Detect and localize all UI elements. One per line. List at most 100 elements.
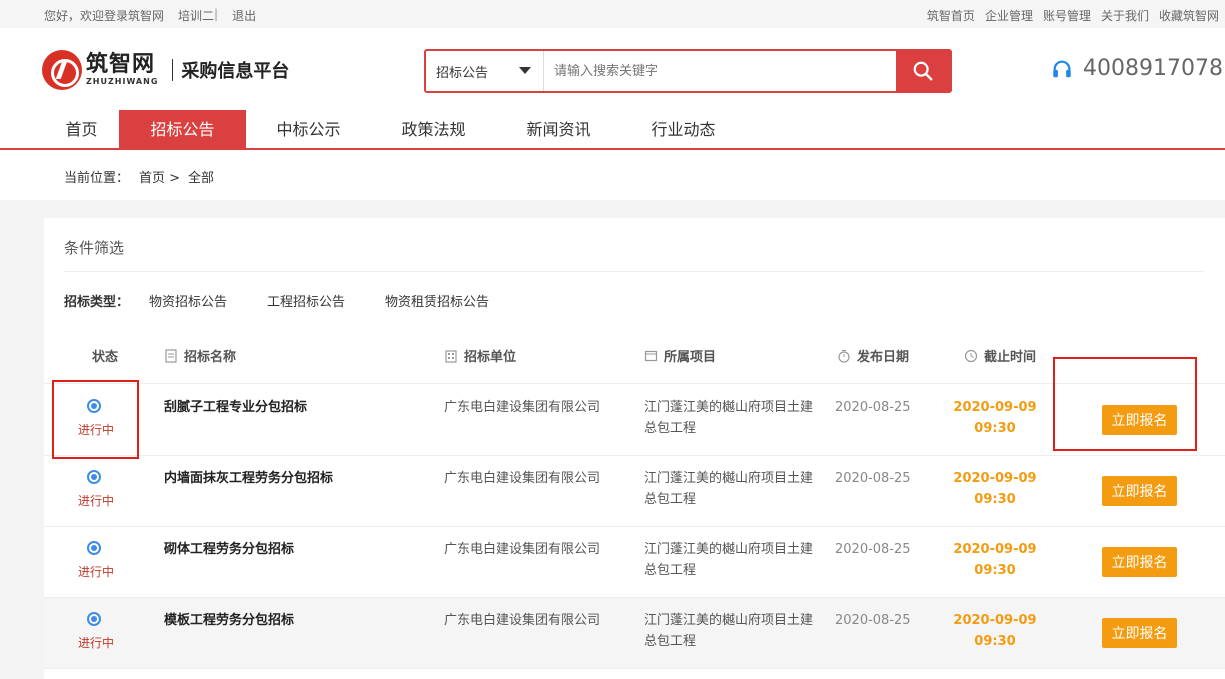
nav-tender-notice[interactable]: 招标公告 (119, 110, 246, 150)
publish-date: 2020-08-25 (835, 471, 911, 486)
col-name: 招标名称 (164, 346, 236, 365)
col-status-label: 状态 (92, 350, 119, 365)
filter-option-rental[interactable]: 物资租赁招标公告 (385, 291, 489, 310)
building-icon (445, 349, 457, 363)
status-cell: 进行中 (78, 470, 115, 509)
main-nav: 首页 招标公告 中标公示 政策法规 新闻资讯 行业动态 (0, 110, 1225, 150)
tender-name-link[interactable]: 内墙面抹灰工程劳务分包招标 (164, 468, 424, 489)
nav-home[interactable]: 首页 (44, 110, 119, 150)
search-button[interactable] (896, 51, 950, 91)
tender-unit: 广东电白建设集团有限公司 (444, 613, 601, 628)
tender-project: 江门蓬江美的樾山府项目土建总包工程 (644, 613, 814, 649)
username-link[interactable]: 培训二 (178, 7, 214, 24)
publish-date: 2020-08-25 (835, 542, 911, 557)
welcome-text: 您好，欢迎登录筑智网 (44, 9, 165, 23)
status-text: 进行中 (78, 423, 115, 437)
deadline-time: 09:30 (974, 563, 1016, 578)
col-project-label: 所属项目 (664, 350, 717, 365)
search-category-select[interactable]: 招标公告 (426, 51, 544, 91)
deadline-date: 2020-09-09 (953, 613, 1037, 628)
search-input[interactable] (544, 51, 896, 91)
filter-title: 条件筛选 (64, 239, 125, 257)
table-row[interactable]: 进行中 刮腻子工程专业分包招标 广东电白建设集团有限公司 江门蓬江美的樾山府项目… (44, 385, 1225, 456)
logout-link[interactable]: 退出 (232, 7, 256, 24)
status-cell: 进行中 (78, 399, 115, 438)
tender-list-panel: 条件筛选 招标类型： 物资招标公告 工程招标公告 物资租赁招标公告 状态 招标名… (44, 218, 1225, 679)
search-bar: 招标公告 (424, 49, 952, 93)
headset-icon (1053, 60, 1071, 77)
top-bar: 您好，欢迎登录筑智网 培训二 | 退出 筑智首页 企业管理 账号管理 关于我们 … (0, 0, 1225, 28)
apply-button[interactable]: 立即报名 (1102, 405, 1177, 435)
platform-title: 采购信息平台 (181, 61, 290, 82)
apply-button[interactable]: 立即报名 (1102, 618, 1177, 648)
top-link-favorite[interactable]: 收藏筑智网 (1159, 7, 1219, 24)
breadcrumb: 当前位置： 首页 > 全部 (0, 150, 1225, 200)
deadline: 2020-09-09 09:30 (950, 539, 1040, 581)
tender-name-link[interactable]: 砌体工程劳务分包招标 (164, 539, 424, 560)
publish-date: 2020-08-25 (835, 613, 911, 628)
top-link-about[interactable]: 关于我们 (1101, 7, 1149, 24)
table-row[interactable]: 进行中 模板工程劳务分包招标 广东电白建设集团有限公司 江门蓬江美的樾山府项目土… (44, 598, 1225, 669)
dropdown-arrow-icon (519, 67, 531, 74)
status-radio-icon (87, 541, 101, 555)
tender-name-link[interactable]: 刮腻子工程专业分包招标 (164, 397, 424, 418)
col-deadline: 截止时间 (964, 346, 1036, 365)
tender-name-link[interactable]: 模板工程劳务分包招标 (164, 610, 424, 631)
table-header: 状态 招标名称 招标单位 所属项目 发布日期 截止时间 (44, 328, 1225, 384)
tender-type-filter: 招标类型： 物资招标公告 工程招标公告 物资租赁招标公告 (64, 291, 529, 310)
tender-project: 江门蓬江美的樾山府项目土建总包工程 (644, 471, 814, 507)
deadline: 2020-09-09 09:30 (950, 468, 1040, 510)
tender-unit: 广东电白建设集团有限公司 (444, 471, 601, 486)
top-links: 筑智首页 企业管理 账号管理 关于我们 收藏筑智网 (927, 7, 1219, 24)
logo-name-en: ZHUZHIWANG (86, 77, 159, 86)
deadline-date: 2020-09-09 (953, 400, 1037, 415)
nav-industry[interactable]: 行业动态 (621, 110, 746, 150)
stopwatch-icon (838, 349, 850, 363)
user-info: 您好，欢迎登录筑智网 培训二 | 退出 (44, 7, 256, 24)
col-project: 所属项目 (644, 346, 716, 365)
table-row[interactable]: 进行中 砌体工程劳务分包招标 广东电白建设集团有限公司 江门蓬江美的樾山府项目土… (44, 527, 1225, 598)
col-publish-date-label: 发布日期 (857, 350, 910, 365)
status-cell: 进行中 (78, 612, 115, 651)
tender-unit: 广东电白建设集团有限公司 (444, 542, 601, 557)
breadcrumb-home[interactable]: 首页 > (139, 167, 180, 186)
top-link-company[interactable]: 企业管理 (985, 7, 1033, 24)
hotline-number: 4008917078 (1083, 56, 1223, 81)
col-unit-label: 招标单位 (464, 350, 517, 365)
hotline: 4008917078 (1051, 56, 1223, 81)
col-status: 状态 (92, 346, 118, 365)
deadline-time: 09:30 (974, 492, 1016, 507)
filter-option-engineering[interactable]: 工程招标公告 (267, 291, 345, 310)
deadline-date: 2020-09-09 (953, 471, 1037, 486)
status-cell: 进行中 (78, 541, 115, 580)
status-text: 进行中 (78, 565, 115, 579)
col-deadline-label: 截止时间 (984, 350, 1037, 365)
deadline-date: 2020-09-09 (953, 542, 1037, 557)
top-link-account[interactable]: 账号管理 (1043, 7, 1091, 24)
apply-button[interactable]: 立即报名 (1102, 476, 1177, 506)
nav-news[interactable]: 新闻资讯 (496, 110, 621, 150)
apply-button[interactable]: 立即报名 (1102, 547, 1177, 577)
site-logo[interactable]: 筑智网 ZHUZHIWANG 采购信息平台 (42, 50, 289, 90)
breadcrumb-label: 当前位置： (64, 171, 130, 186)
site-header: 筑智网 ZHUZHIWANG 采购信息平台 招标公告 4008917078 首页… (0, 28, 1225, 150)
document-icon (165, 348, 177, 363)
filter-option-material[interactable]: 物资招标公告 (149, 291, 227, 310)
tender-project: 江门蓬江美的樾山府项目土建总包工程 (644, 542, 814, 578)
nav-policy[interactable]: 政策法规 (371, 110, 496, 150)
breadcrumb-current: 全部 (188, 171, 215, 186)
logo-mark-icon (42, 50, 82, 90)
clock-icon (964, 349, 978, 362)
status-text: 进行中 (78, 494, 115, 508)
status-text: 进行中 (78, 636, 115, 650)
top-link-home[interactable]: 筑智首页 (927, 7, 975, 24)
deadline: 2020-09-09 09:30 (950, 397, 1040, 439)
nav-award-notice[interactable]: 中标公示 (246, 110, 371, 150)
col-unit: 招标单位 (444, 346, 516, 365)
deadline-time: 09:30 (974, 421, 1016, 436)
publish-date: 2020-08-25 (835, 400, 911, 415)
deadline: 2020-09-09 09:30 (950, 610, 1040, 652)
table-row[interactable]: 进行中 内墙面抹灰工程劳务分包招标 广东电白建设集团有限公司 江门蓬江美的樾山府… (44, 456, 1225, 527)
logo-name: 筑智网 (86, 52, 156, 77)
logo-divider (172, 59, 174, 81)
